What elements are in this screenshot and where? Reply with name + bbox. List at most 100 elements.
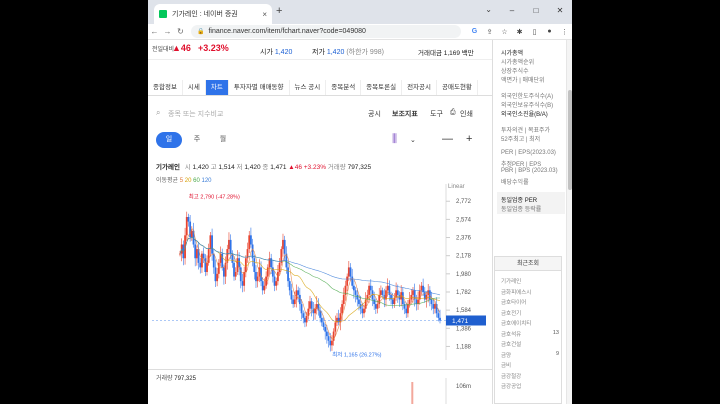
close-window-button[interactable]: ✕ [548, 0, 572, 24]
y-tick-label-0: 2,772 [456, 199, 472, 205]
open-value: 1,420 [192, 164, 209, 171]
candle-body-94 [337, 317, 340, 323]
disclosure-button[interactable]: 공시 [368, 109, 381, 119]
candle-body-92 [334, 322, 337, 332]
sidebar-item-11: PBR | BPS (2023.03) [501, 168, 558, 174]
candle-body-56 [273, 276, 276, 286]
recent-item-7[interactable]: 금양 [501, 351, 511, 359]
recent-item-1[interactable]: 금화피에스시 [501, 288, 531, 296]
candle-body-150 [432, 304, 435, 309]
recent-item-6[interactable]: 금호건설 [501, 340, 521, 348]
period-day-button[interactable]: 일 [156, 132, 182, 148]
y-tick-label-2: 2,376 [456, 236, 472, 242]
low-price: 저가 1,420 (하한가 998) [312, 49, 384, 56]
browser-tab[interactable]: 기가레인 : 네이버 증권 × [154, 4, 272, 24]
candle-body-12 [199, 262, 202, 268]
nav-tab-8[interactable]: 공매도현황 [437, 80, 478, 95]
tools-button[interactable]: 도구 [430, 109, 443, 119]
current-price-label: 1,471 [452, 318, 469, 325]
nav-tab-7[interactable]: 전자공시 [402, 80, 437, 95]
candle-body-109 [363, 308, 365, 314]
candle-body-21 [214, 267, 217, 282]
maximize-button[interactable]: □ [524, 0, 548, 24]
nav-tab-2[interactable]: 차트 [205, 80, 229, 95]
compare-search-input[interactable]: 종목 또는 지수비교 [168, 109, 223, 119]
volume-chart[interactable]: 106m [148, 378, 492, 404]
address-bar[interactable]: 🔒 finance.naver.com/item/fchart.naver?co… [191, 25, 461, 38]
candle-body-117 [376, 304, 379, 309]
recent-item-3[interactable]: 금호전기 [501, 309, 521, 317]
high-value: 1,514 [218, 164, 235, 171]
zoom-in-icon[interactable]: + [466, 133, 472, 145]
sidebar-item-12: 배당수익률 [501, 180, 529, 186]
period-week-button[interactable]: 주 [184, 132, 210, 148]
change-label: 전일대비 [152, 47, 175, 53]
candle-body-13 [201, 253, 203, 268]
candle-body-127 [393, 297, 396, 305]
forward-arrow-icon[interactable]: → [161, 27, 174, 36]
recent-views-title: 최근조회 [495, 257, 561, 271]
open-label: 시 [184, 164, 191, 171]
candle-body-25 [221, 253, 224, 268]
scrollbar-thumb[interactable] [568, 90, 572, 190]
candle-body-70 [297, 290, 300, 295]
tab-title: 기가레인 : 네이버 증권 [172, 11, 238, 18]
page-scrollbar[interactable] [566, 40, 572, 404]
volume-label: 거래량 [327, 164, 346, 171]
print-button[interactable]: 인쇄 [460, 109, 473, 119]
print-icon[interactable]: ⎙ [450, 109, 456, 117]
candle-body-67 [292, 299, 295, 305]
nav-tab-4[interactable]: 뉴스 공시 [290, 80, 327, 95]
tab-close-icon[interactable]: × [262, 10, 267, 19]
indicator-button[interactable]: 보조지표 [392, 109, 418, 119]
candle-body-146 [425, 294, 428, 300]
tab-search-icon[interactable]: ⌄ [485, 5, 492, 14]
change-percent: +3.23% [198, 43, 229, 53]
max-price-label: 최고 2,790 (-47.28%) [189, 193, 240, 201]
recent-item-2[interactable]: 금호타이어 [501, 298, 526, 306]
candle-body-45 [255, 272, 257, 282]
google-icon[interactable]: G [467, 28, 482, 36]
candle-body-5 [187, 217, 190, 222]
sidebar-item-1: 시가총액순위 [501, 60, 535, 66]
candle-body-134 [405, 308, 408, 314]
candle-body-153 [437, 313, 440, 318]
candle-body-69 [295, 290, 298, 300]
recent-item-8[interactable]: 금비 [501, 361, 511, 369]
recent-item-9[interactable]: 금강철강 [501, 372, 521, 380]
candle-body-74 [304, 317, 306, 323]
nav-tab-3[interactable]: 투자자별 매매동향 [229, 80, 290, 95]
recent-item-0[interactable]: 기가레인 [501, 277, 521, 285]
recent-item-10[interactable]: 금강공업 [501, 382, 521, 390]
candle-body-37 [241, 281, 244, 286]
y-tick-label-1: 2,574 [456, 217, 472, 223]
nav-tab-0[interactable]: 종합정보 [148, 80, 183, 95]
nav-tab-1[interactable]: 시세 [183, 80, 206, 95]
chart-type-dropdown-icon[interactable]: ⌄ [410, 136, 416, 144]
menu-dots-icon[interactable]: ⋮ [557, 28, 572, 36]
candle-body-138 [412, 290, 414, 295]
lock-icon: 🔒 [197, 29, 205, 35]
sidebar-item-6: 외국인소진율(B/A) [501, 112, 548, 118]
share-icon[interactable]: ⇪ [482, 28, 497, 36]
zoom-out-icon[interactable]: — [442, 133, 453, 145]
candle-body-115 [373, 299, 376, 305]
candle-body-22 [216, 273, 219, 282]
period-month-button[interactable]: 월 [210, 132, 236, 148]
recent-item-4[interactable]: 금호에이치티 [501, 319, 531, 327]
chart-divider [148, 369, 492, 370]
sidepanel-icon[interactable]: ▯ [527, 28, 542, 36]
minimize-button[interactable]: – [500, 0, 524, 24]
chart-type-icon[interactable]: ⫼ [392, 133, 397, 146]
candle-body-0 [179, 253, 181, 255]
nav-tab-5[interactable]: 종목분석 [326, 80, 362, 95]
price-chart[interactable]: Linear 2,772 2,574 2,376 2,178 1,980 1,782 1,58… [148, 180, 492, 365]
extensions-icon[interactable]: ✱ [512, 28, 527, 36]
reload-icon[interactable]: ↻ [174, 27, 187, 36]
recent-item-5[interactable]: 금호석유 [501, 330, 521, 338]
bookmark-star-icon[interactable]: ☆ [497, 28, 512, 36]
new-tab-button[interactable]: + [276, 5, 282, 17]
nav-tab-6[interactable]: 종목토론실 [361, 80, 403, 95]
profile-avatar-icon[interactable]: ● [542, 28, 557, 36]
back-arrow-icon[interactable]: ← [148, 27, 161, 36]
